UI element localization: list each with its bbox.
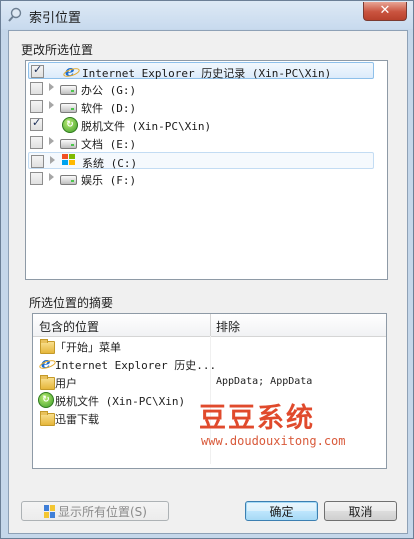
drive-icon [60, 175, 77, 185]
location-tree[interactable]: ✓ e Internet Explorer 历史记录 (Xin-PC\Xin) … [25, 60, 388, 280]
folder-icon [40, 375, 55, 390]
ok-button[interactable]: 确定 [245, 501, 318, 521]
checkbox[interactable]: ✓ [30, 116, 43, 131]
summary-row[interactable]: 「开始」菜单 [33, 337, 386, 354]
ie-icon: e [41, 354, 51, 372]
window-title: 索引位置 [29, 11, 82, 26]
expand-arrow-icon[interactable] [49, 173, 54, 181]
drive-icon [60, 139, 77, 149]
drive-icon [60, 103, 77, 113]
dialog-body: 更改所选位置 ✓ e Internet Explorer 历史记录 (Xin-P… [8, 30, 408, 534]
column-divider[interactable] [210, 314, 211, 336]
title-bar[interactable]: 索引位置 ✕ [1, 1, 413, 29]
summary-location: Internet Explorer 历史... [55, 359, 217, 372]
tree-item-label: 脱机文件 (Xin-PC\Xin) [81, 120, 212, 133]
ie-icon: e [65, 62, 75, 80]
sync-icon: ↻ [62, 117, 78, 133]
cancel-button[interactable]: 取消 [324, 501, 397, 521]
summary-location: 用户 [55, 377, 77, 390]
expand-arrow-icon[interactable] [49, 137, 54, 145]
tree-item-label: 办公 (G:) [81, 84, 137, 97]
summary-heading: 所选位置的摘要 [29, 296, 114, 310]
checkbox[interactable] [30, 172, 43, 185]
windows-drive-icon [62, 154, 76, 167]
search-index-icon [8, 7, 22, 22]
summary-location: 迅雷下载 [55, 413, 99, 426]
tree-item-label: 娱乐 (F:) [81, 174, 137, 187]
folder-icon [40, 411, 55, 426]
column-header-excluded[interactable]: 排除 [216, 318, 240, 335]
show-all-label: 显示所有位置(S) [58, 505, 147, 519]
show-all-locations-button[interactable]: 显示所有位置(S) [21, 501, 169, 521]
indexed-locations-window: 索引位置 ✕ 更改所选位置 ✓ e Internet Explorer 历史记录… [0, 0, 414, 539]
summary-excluded: AppData; AppData [216, 376, 313, 387]
checkbox[interactable] [30, 100, 43, 113]
summary-location: 「开始」菜单 [55, 341, 121, 354]
checkbox[interactable] [31, 155, 44, 168]
uac-shield-icon [44, 505, 55, 518]
expand-arrow-icon[interactable] [49, 101, 54, 109]
checkbox[interactable] [30, 136, 43, 149]
summary-location: 脱机文件 (Xin-PC\Xin) [55, 395, 186, 408]
tree-item-documents-drive[interactable]: 文档 (E:) [28, 134, 374, 151]
tree-item-label: 软件 (D:) [81, 102, 137, 115]
tree-item-entertainment-drive[interactable]: 娱乐 (F:) [28, 170, 374, 187]
watermark-url: www.doudouxitong.com [201, 434, 346, 448]
summary-row[interactable]: e Internet Explorer 历史... [33, 354, 386, 373]
sync-icon: ↻ [38, 392, 54, 408]
drive-icon [60, 85, 77, 95]
folder-icon [40, 339, 55, 354]
summary-row[interactable]: 用户 AppData; AppData [33, 373, 386, 390]
tree-item-system-drive[interactable]: 系统 (C:) [28, 152, 374, 170]
tree-item-software-drive[interactable]: 软件 (D:) [28, 98, 374, 115]
checkbox[interactable] [30, 82, 43, 95]
tree-item-offline-files[interactable]: ✓ ↻ 脱机文件 (Xin-PC\Xin) [28, 116, 374, 133]
tree-item-ie-history[interactable]: ✓ e Internet Explorer 历史记录 (Xin-PC\Xin) [28, 62, 374, 80]
expand-arrow-icon[interactable] [50, 156, 55, 164]
column-header-included[interactable]: 包含的位置 [39, 318, 99, 335]
close-button[interactable]: ✕ [363, 2, 407, 21]
expand-arrow-icon[interactable] [49, 83, 54, 91]
watermark-logo-text: 豆豆系统 [199, 403, 315, 434]
change-locations-heading: 更改所选位置 [21, 43, 94, 57]
tree-item-label: Internet Explorer 历史记录 (Xin-PC\Xin) [82, 67, 332, 80]
tree-item-office-drive[interactable]: 办公 (G:) [28, 80, 374, 97]
tree-item-label: 系统 (C:) [82, 157, 138, 170]
tree-item-label: 文档 (E:) [81, 138, 137, 151]
checkbox[interactable]: ✓ [31, 63, 44, 78]
summary-header: 包含的位置 排除 [33, 314, 386, 337]
